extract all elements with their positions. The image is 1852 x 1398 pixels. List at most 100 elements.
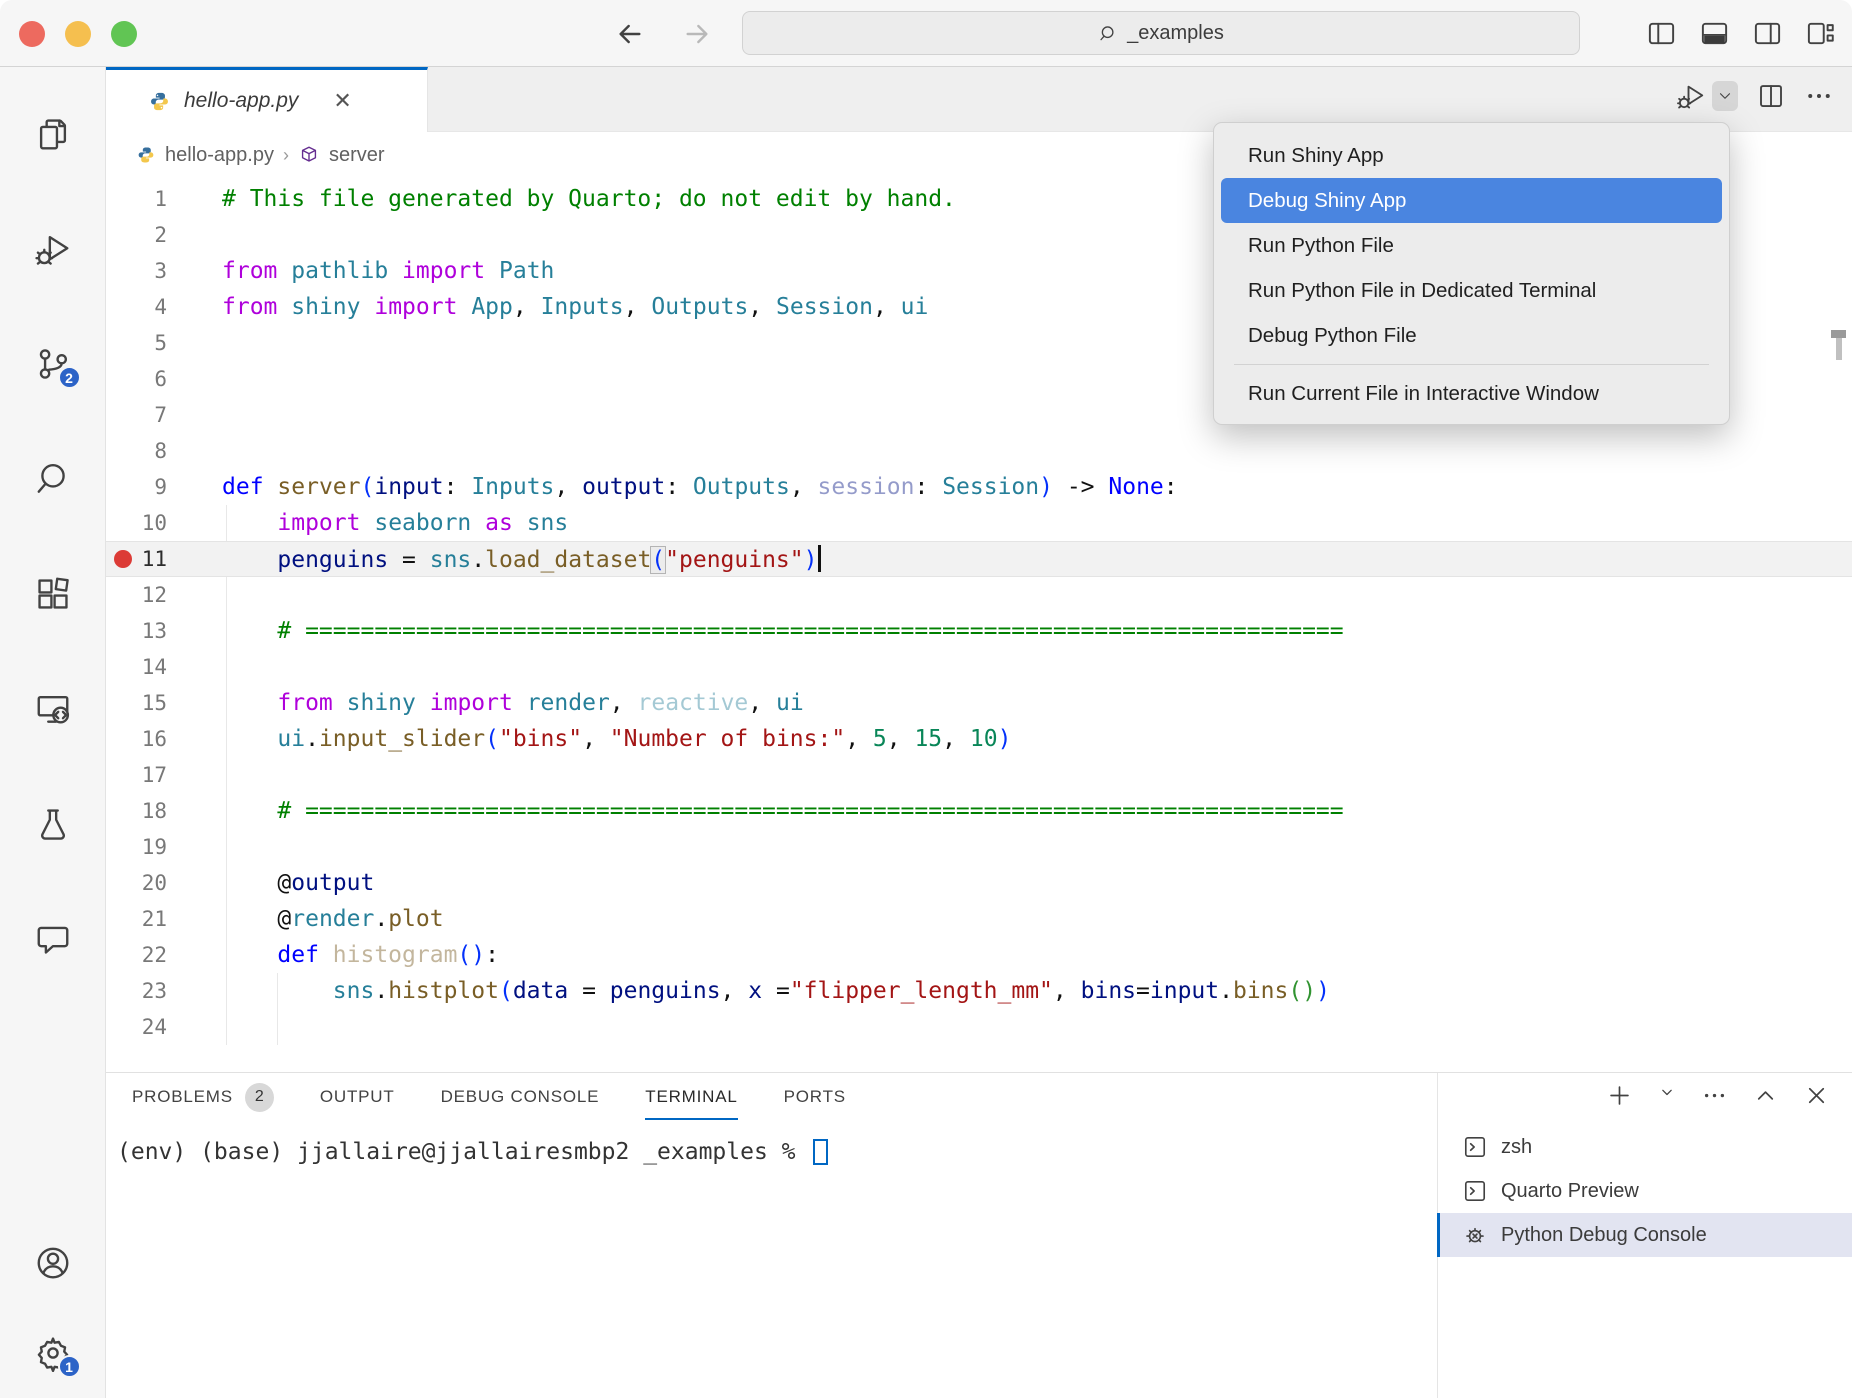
- breadcrumb-file[interactable]: hello-app.py: [165, 144, 274, 167]
- menu-item[interactable]: Run Shiny App: [1221, 133, 1722, 178]
- code-text: # ======================================…: [222, 798, 1344, 824]
- line-number: 2: [140, 223, 167, 247]
- terminal-icon: [1462, 1134, 1488, 1160]
- code-line-9: 9 def server(input: Inputs, output: Outpu…: [106, 469, 1852, 505]
- activity-bar-item-remote-explorer[interactable]: [34, 690, 72, 728]
- terminal-list-item[interactable]: Python Debug Console: [1438, 1213, 1852, 1257]
- activity-bar-top: 2: [34, 67, 72, 1244]
- activity-bar-item-search[interactable]: [34, 460, 72, 498]
- toggle-panel-icon[interactable]: [1699, 18, 1730, 49]
- code-line-10: 10 import seaborn as sns: [106, 505, 1852, 541]
- terminal-list: zsh Quarto Preview Python Debug Console: [1437, 1073, 1852, 1398]
- badge: 1: [58, 1355, 81, 1378]
- window-minimize-button[interactable]: [65, 21, 91, 47]
- line-number: 9: [140, 475, 167, 499]
- terminal-list-label: Quarto Preview: [1501, 1180, 1639, 1203]
- bottom-panel: PROBLEMS2 OUTPUT DEBUG CONSOLE TERMINAL PORT…: [106, 1072, 1852, 1398]
- line-number: 22: [140, 943, 167, 967]
- code-line-24: 24: [106, 1009, 1852, 1045]
- editor-actions: [1676, 81, 1834, 111]
- files-icon: [34, 115, 72, 153]
- window-zoom-button[interactable]: [111, 21, 137, 47]
- activity-bar-item-explorer[interactable]: [34, 115, 72, 153]
- tab-label: hello-app.py: [184, 89, 298, 113]
- command-center-search[interactable]: _examples: [742, 11, 1580, 55]
- terminal-prompt: (env) (base) jjallaire@jjallairesmbp2 _e…: [117, 1139, 809, 1165]
- line-number: 12: [140, 583, 167, 607]
- terminal-list-label: zsh: [1501, 1136, 1532, 1159]
- panel-tab-output[interactable]: OUTPUT: [320, 1073, 395, 1121]
- line-number: 4: [140, 295, 167, 319]
- panel-tab-debug-console[interactable]: DEBUG CONSOLE: [441, 1073, 600, 1121]
- panel-tab-problems[interactable]: PROBLEMS2: [132, 1073, 274, 1121]
- activity-bar-item-run-and-debug[interactable]: [34, 230, 72, 268]
- code-text: from shiny import App, Inputs, Outputs, …: [222, 294, 928, 320]
- run-debug-dropdown-menu: Run Shiny AppDebug Shiny AppRun Python F…: [1213, 122, 1730, 425]
- code-line-16: 16 ui.input_slider("bins", "Number of bi…: [106, 721, 1852, 757]
- window-close-button[interactable]: [19, 21, 45, 47]
- terminal-output[interactable]: (env) (base) jjallaire@jjallairesmbp2 _e…: [117, 1139, 828, 1165]
- navigate-forward-button[interactable]: [681, 18, 713, 50]
- code-text: import seaborn as sns: [222, 510, 568, 536]
- menu-item[interactable]: Run Python File: [1221, 223, 1722, 268]
- extensions-icon: [34, 575, 72, 613]
- run-or-debug-icon[interactable]: [1676, 81, 1706, 111]
- line-number: 5: [140, 331, 167, 355]
- activity-bar-item-extensions[interactable]: [34, 575, 72, 613]
- split-editor-icon[interactable]: [1756, 81, 1786, 111]
- run-debug-icon: [34, 230, 72, 268]
- toggle-primary-sidebar-icon[interactable]: [1646, 18, 1677, 49]
- code-text: from shiny import render, reactive, ui: [222, 690, 804, 716]
- code-text: def server(input: Inputs, output: Output…: [222, 474, 1178, 500]
- panel-tab-ports[interactable]: PORTS: [784, 1073, 846, 1121]
- badge: 2: [58, 366, 81, 389]
- account-icon: [34, 1244, 72, 1282]
- code-line-17: 17: [106, 757, 1852, 793]
- terminal-list-item[interactable]: zsh: [1438, 1125, 1852, 1169]
- customize-layout-icon[interactable]: [1805, 18, 1836, 49]
- panel-tab-terminal[interactable]: TERMINAL: [645, 1073, 737, 1121]
- code-line-20: 20 @output: [106, 865, 1852, 901]
- search-icon: [1098, 23, 1119, 44]
- code-text: def histogram():: [222, 942, 499, 968]
- line-number: 8: [140, 439, 167, 463]
- breadcrumb-symbol[interactable]: server: [329, 144, 385, 167]
- activity-bar-item-account[interactable]: [34, 1244, 72, 1282]
- search-icon: [34, 460, 72, 498]
- tab-close-icon[interactable]: ✕: [333, 88, 351, 114]
- menu-item[interactable]: Debug Python File: [1221, 313, 1722, 358]
- panel-tab-label: TERMINAL: [645, 1087, 737, 1107]
- code-text: sns.histplot(data = penguins, x ="flippe…: [222, 978, 1330, 1004]
- activity-bar-item-source-control[interactable]: 2: [34, 345, 72, 383]
- code-text: # ======================================…: [222, 618, 1344, 644]
- toggle-secondary-sidebar-icon[interactable]: [1752, 18, 1783, 49]
- activity-bar-item-comments[interactable]: [34, 920, 72, 958]
- code-text: penguins = sns.load_dataset("penguins"): [222, 545, 821, 573]
- terminal-list-item[interactable]: Quarto Preview: [1438, 1169, 1852, 1213]
- run-dropdown-chevron[interactable]: [1712, 81, 1738, 111]
- code-text: from pathlib import Path: [222, 258, 554, 284]
- menu-item[interactable]: Run Current File in Interactive Window: [1221, 371, 1722, 416]
- breakpoint-dot[interactable]: [106, 550, 140, 568]
- editor-more-actions-icon[interactable]: [1804, 81, 1834, 111]
- activity-bar: 2 1: [0, 67, 106, 1398]
- vscode-window: _examples 2 1 hello-app.py: [0, 0, 1852, 1398]
- python-file-icon: [148, 90, 171, 113]
- debug-console-icon: [1462, 1222, 1488, 1248]
- menu-item[interactable]: Run Python File in Dedicated Terminal: [1221, 268, 1722, 313]
- navigate-back-button[interactable]: [614, 18, 646, 50]
- code-line-22: 22 def histogram():: [106, 937, 1852, 973]
- activity-bar-item-settings[interactable]: 1: [34, 1334, 72, 1372]
- menu-item[interactable]: Debug Shiny App: [1221, 178, 1722, 223]
- tab-hello-app[interactable]: hello-app.py ✕: [106, 67, 428, 132]
- chevron-right-icon: ›: [283, 145, 289, 166]
- activity-bar-item-testing[interactable]: [34, 805, 72, 843]
- code-text: @render.plot: [222, 906, 444, 932]
- terminal-list-label: Python Debug Console: [1501, 1224, 1707, 1247]
- menu-separator: [1234, 364, 1709, 365]
- code-line-21: 21 @render.plot: [106, 901, 1852, 937]
- remote-explorer-icon: [34, 690, 72, 728]
- code-text: ui.input_slider("bins", "Number of bins:…: [222, 726, 1011, 752]
- code-line-15: 15 from shiny import render, reactive, u…: [106, 685, 1852, 721]
- code-line-14: 14: [106, 649, 1852, 685]
